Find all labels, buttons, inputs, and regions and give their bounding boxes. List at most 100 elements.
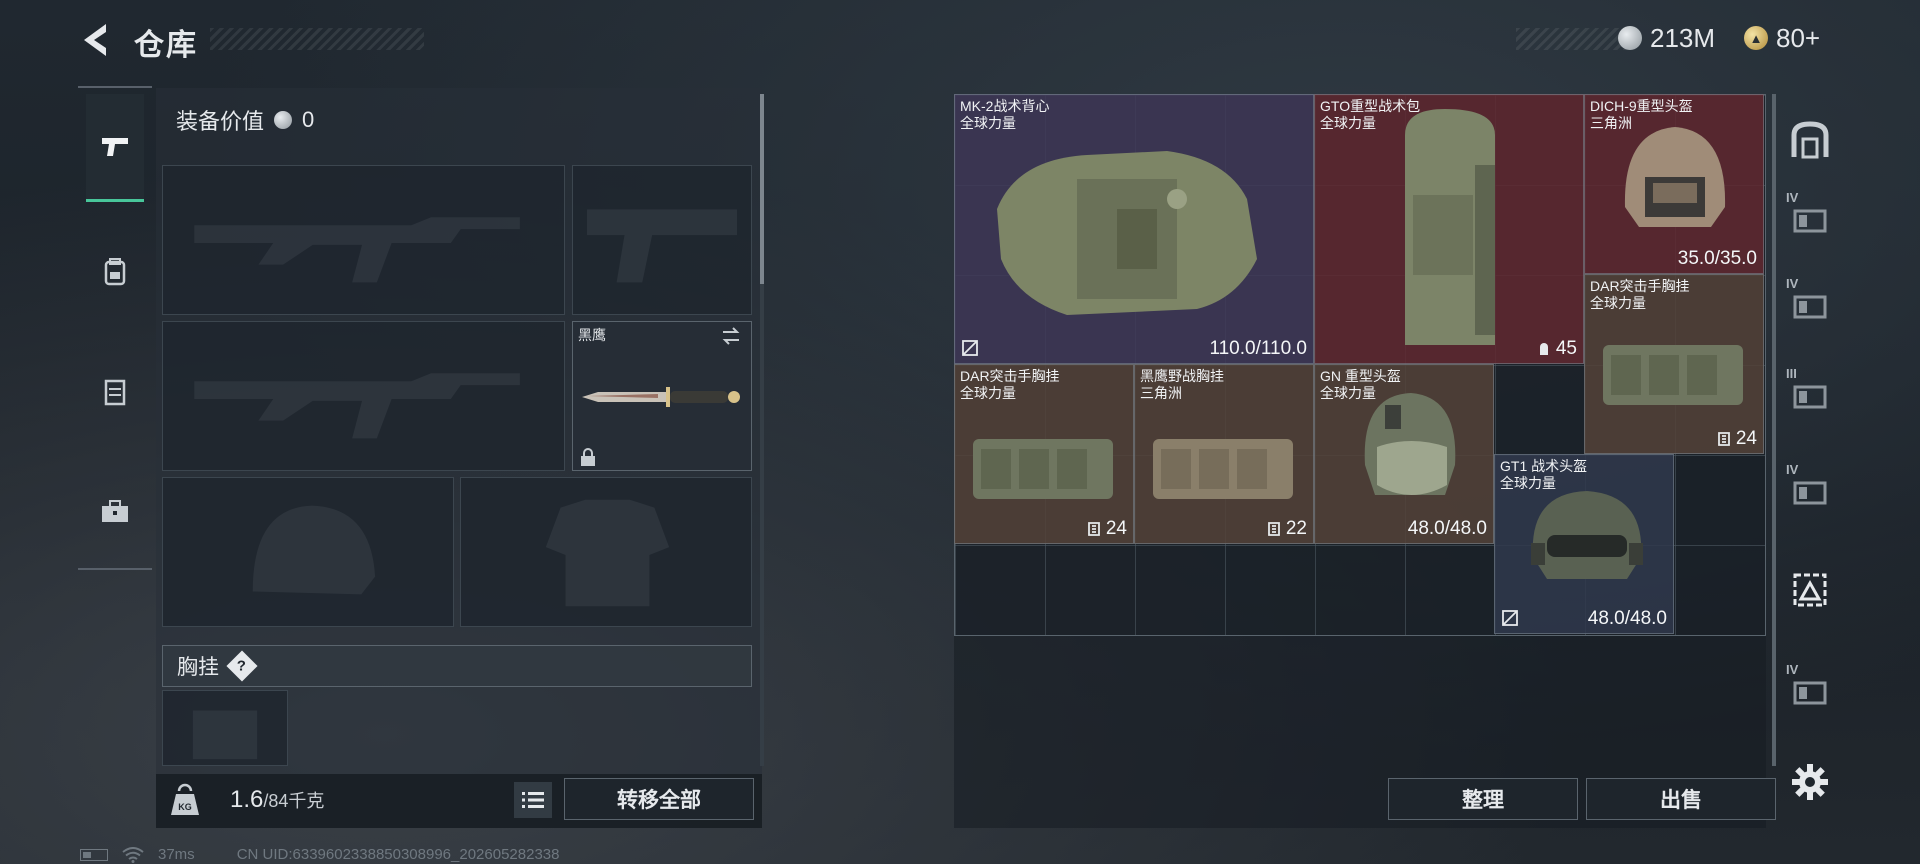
tab-weapons[interactable] [86, 94, 144, 202]
equipment-value-label: 装备价值 [176, 109, 265, 134]
chest-rig-icon [1153, 439, 1293, 499]
stash-scrollbar[interactable] [1772, 94, 1776, 766]
slots-icon [1717, 432, 1730, 446]
chest-rig-silhouette-icon [192, 710, 258, 760]
capacity-icon [1539, 343, 1548, 355]
item-name: DICH-9重型头盔 [1590, 98, 1693, 114]
item-durability: 48.0/48.0 [1587, 608, 1667, 629]
list-icon [522, 792, 544, 808]
tier-label: IV [1786, 190, 1799, 205]
slot-primary-weapon-2[interactable] [162, 321, 565, 471]
stash-tab-warehouse[interactable] [1782, 98, 1838, 182]
tab-chest-rig[interactable] [86, 338, 144, 446]
item-faction: 三角洲 [1590, 115, 1632, 131]
sort-button[interactable]: 整理 [1388, 778, 1578, 820]
stash-item-chest-rig-heiying[interactable]: 黑鹰野战胸挂 三角洲 22 [1134, 364, 1314, 544]
selection-icon [1793, 573, 1827, 607]
armor-repair-icon [1502, 610, 1518, 626]
ping-value: 37ms [158, 846, 195, 863]
sell-button[interactable]: 出售 [1586, 778, 1776, 820]
stash-item-chest-rig-dar[interactable]: DAR突击手胸挂 全球力量 24 [954, 364, 1134, 544]
backpack-icon [1405, 109, 1495, 345]
backpack-icon [104, 258, 126, 286]
currency-silver[interactable]: 213M [1618, 20, 1715, 56]
slots-icon [1267, 522, 1280, 536]
item-durability: 48.0/48.0 [1407, 518, 1487, 539]
tab-backpack[interactable] [86, 218, 144, 326]
equipment-tabs [78, 86, 152, 570]
rifle-silhouette-icon [194, 217, 520, 283]
swap-icon[interactable] [720, 326, 742, 346]
item-slots: 22 [1266, 518, 1307, 540]
chest-rig-label: 胸挂 [177, 656, 219, 679]
helmet-icon [1531, 491, 1643, 579]
item-name: GT1 战术头盔 [1500, 458, 1588, 474]
silver-coin-icon [1618, 26, 1642, 50]
currency-gold[interactable]: ▲ 80+ [1744, 20, 1820, 56]
item-slots: 24 [1716, 428, 1757, 450]
item-name: DAR突击手胸挂 [1590, 278, 1690, 294]
slot-chest-rig[interactable] [162, 690, 288, 766]
item-faction: 三角洲 [1140, 385, 1182, 401]
chevron-left-icon [84, 24, 106, 56]
stash-tab-container-3[interactable]: III [1782, 352, 1838, 436]
title-decoration [210, 28, 424, 50]
silver-coin-icon [274, 111, 293, 129]
lock-icon [581, 448, 595, 466]
tab-toolbox[interactable] [86, 458, 144, 566]
stash-tab-container-5[interactable]: IV [1782, 648, 1838, 732]
status-bar: 37ms CN UID:6339602338850308996_20260528… [80, 846, 559, 863]
tier-label: III [1786, 366, 1797, 381]
rifle-silhouette-icon [194, 373, 520, 439]
helmet-icon [1624, 127, 1726, 227]
stash-item-chest-rig-dar[interactable]: DAR突击手胸挂 全球力量 24 [1584, 274, 1764, 454]
item-faction: 全球力量 [960, 385, 1016, 401]
chest-rig-icon [1603, 345, 1743, 405]
pistol-icon [102, 137, 128, 156]
wifi-icon [122, 846, 144, 863]
stash-tab-container-2[interactable]: IV [1782, 262, 1838, 346]
gold-coin-icon: ▲ [1744, 26, 1768, 50]
item-faction: 全球力量 [960, 115, 1016, 131]
equipment-value-amount: 0 [302, 107, 315, 132]
item-durability: 110.0/110.0 [1209, 338, 1307, 359]
slot-sidearm[interactable] [572, 165, 752, 315]
gear-icon[interactable] [1790, 762, 1830, 802]
stash-tab-selection[interactable] [1782, 548, 1838, 632]
item-faction: 全球力量 [1320, 115, 1376, 131]
item-name: DAR突击手胸挂 [960, 368, 1060, 384]
slots-icon [1087, 522, 1100, 536]
tier-label: IV [1786, 462, 1799, 477]
knife-icon [582, 387, 740, 407]
stash-item-helmet-gt1[interactable]: GT1 战术头盔 全球力量 48.0/48.0 [1494, 454, 1674, 634]
weight-max: /84千克 [263, 791, 325, 811]
tactical-vest-icon [997, 151, 1257, 315]
slot-body-armor[interactable] [460, 477, 752, 627]
warehouse-icon [1791, 121, 1829, 159]
list-view-button[interactable] [514, 782, 552, 818]
currency-silver-value: 213M [1650, 22, 1716, 53]
equipment-scrollbar-thumb[interactable] [760, 94, 764, 284]
weight-value: 1.6/84千克 [230, 786, 324, 814]
stash-item-helmet-gn[interactable]: GN 重型头盔 全球力量 48.0/48.0 [1314, 364, 1494, 544]
armor-silhouette-icon [545, 499, 670, 607]
item-name: GN 重型头盔 [1320, 368, 1401, 384]
back-button[interactable] [78, 20, 114, 60]
stash-tab-container-1[interactable]: IV [1782, 176, 1838, 260]
help-icon[interactable]: ? [226, 650, 258, 682]
stash-item-helmet-dich[interactable]: DICH-9重型头盔 三角洲 35.0/35.0 [1584, 94, 1764, 274]
item-faction: 全球力量 [1500, 475, 1556, 491]
stash-item-backpack[interactable]: GTO重型战术包 全球力量 45 [1314, 94, 1584, 364]
slot-helmet[interactable] [162, 477, 454, 627]
slot-primary-weapon-1[interactable] [162, 165, 565, 315]
transfer-all-button[interactable]: 转移全部 [564, 778, 754, 820]
item-durability: 35.0/35.0 [1677, 248, 1757, 269]
item-capacity: 45 [1536, 338, 1577, 360]
melee-item-name: 黑鹰 [578, 327, 606, 343]
weight-current: 1.6 [230, 786, 264, 813]
item-name: MK-2战术背心 [960, 98, 1050, 114]
stash-item-vest[interactable]: MK-2战术背心 全球力量 110.0/110.0 [954, 94, 1314, 364]
tier-label: IV [1786, 662, 1799, 677]
battery-icon [80, 848, 108, 861]
stash-tab-container-4[interactable]: IV [1782, 448, 1838, 532]
